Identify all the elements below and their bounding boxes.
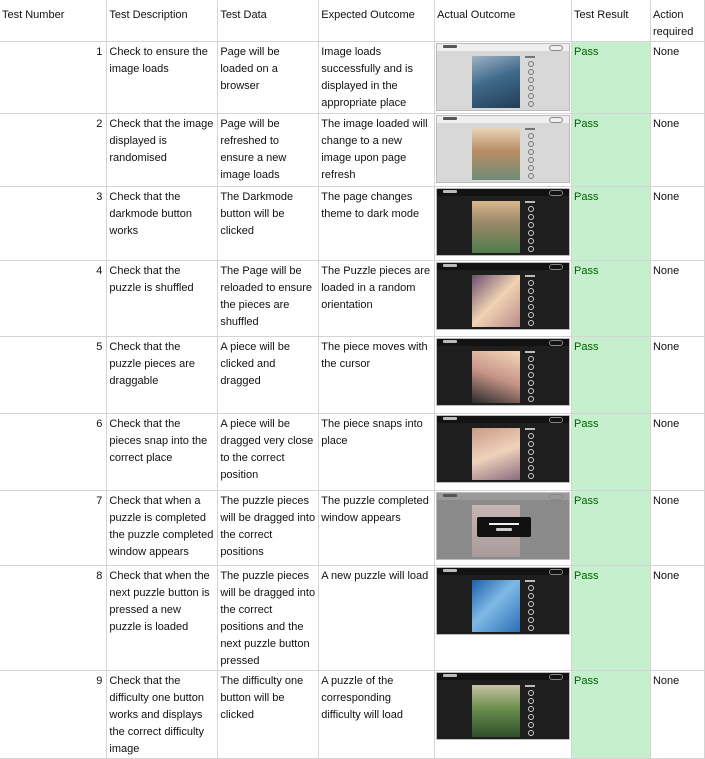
table-row: 7 Check that when a puzzle is completed … [0, 490, 705, 566]
test-result: Pass [571, 490, 651, 566]
table-row: 4 Check that the puzzle is shuffled The … [0, 260, 705, 337]
header-action-required: Action required [650, 0, 705, 42]
expected-outcome: A new puzzle will load [318, 565, 436, 671]
screenshot-image [436, 672, 571, 740]
test-description: Check to ensure the image loads [106, 41, 219, 114]
screenshot-image [436, 567, 571, 635]
action-required: None [650, 336, 705, 414]
screenshot-image [436, 338, 571, 406]
expected-outcome: The piece moves with the cursor [318, 336, 436, 414]
test-number: 3 [0, 186, 108, 261]
test-number: 8 [0, 565, 108, 671]
test-result: Pass [571, 670, 651, 759]
header-actual-outcome: Actual Outcome [434, 0, 573, 42]
table-row: 8 Check that when the next puzzle button… [0, 565, 705, 671]
table-row: 3 Check that the darkmode button works T… [0, 186, 705, 261]
header-test-description: Test Description [106, 0, 219, 42]
screenshot-image [436, 43, 571, 111]
test-result: Pass [571, 260, 651, 337]
expected-outcome: The page changes theme to dark mode [318, 186, 436, 261]
expected-outcome: Image loads successfully and is displaye… [318, 41, 436, 114]
header-expected-outcome: Expected Outcome [318, 0, 436, 42]
table-row: 6 Check that the pieces snap into the co… [0, 413, 705, 491]
test-description: Check that the pieces snap into the corr… [106, 413, 219, 491]
test-table: Test Number Test Description Test Data E… [0, 0, 705, 759]
test-data: Page will be loaded on a browser [217, 41, 320, 114]
test-result: Pass [571, 336, 651, 414]
action-required: None [650, 113, 705, 187]
test-result: Pass [571, 565, 651, 671]
screenshot-image [436, 188, 571, 256]
test-description: Check that the difficulty one button wor… [106, 670, 219, 759]
test-data: The puzzle pieces will be dragged into t… [217, 490, 320, 566]
actual-outcome [434, 413, 573, 491]
test-result: Pass [571, 186, 651, 261]
test-description: Check that the image displayed is random… [106, 113, 219, 187]
action-required: None [650, 490, 705, 566]
actual-outcome [434, 565, 573, 671]
test-data: A piece will be dragged very close to th… [217, 413, 320, 491]
test-description: Check that the puzzle pieces are draggab… [106, 336, 219, 414]
action-required: None [650, 565, 705, 671]
screenshot-image [436, 415, 571, 483]
table-row: 5 Check that the puzzle pieces are dragg… [0, 336, 705, 414]
table-row: 2 Check that the image displayed is rand… [0, 113, 705, 187]
action-required: None [650, 186, 705, 261]
actual-outcome [434, 336, 573, 414]
screenshot-image [436, 492, 571, 560]
test-number: 1 [0, 41, 108, 114]
expected-outcome: A puzzle of the corresponding difficulty… [318, 670, 436, 759]
test-result: Pass [571, 41, 651, 114]
expected-outcome: The Puzzle pieces are loaded in a random… [318, 260, 436, 337]
test-number: 2 [0, 113, 108, 187]
test-data: The puzzle pieces will be dragged into t… [217, 565, 320, 671]
table-row: 9 Check that the difficulty one button w… [0, 670, 705, 759]
test-data: A piece will be clicked and dragged [217, 336, 320, 414]
actual-outcome [434, 41, 573, 114]
expected-outcome: The piece snaps into place [318, 413, 436, 491]
actual-outcome [434, 113, 573, 187]
test-result: Pass [571, 413, 651, 491]
action-required: None [650, 413, 705, 491]
test-number: 7 [0, 490, 108, 566]
test-number: 6 [0, 413, 108, 491]
test-description: Check that the puzzle is shuffled [106, 260, 219, 337]
test-description: Check that when a puzzle is completed th… [106, 490, 219, 566]
expected-outcome: The puzzle completed window appears [318, 490, 436, 566]
test-result: Pass [571, 113, 651, 187]
header-test-number: Test Number [0, 0, 108, 42]
action-required: None [650, 41, 705, 114]
screenshot-image [436, 262, 571, 330]
test-description: Check that when the next puzzle button i… [106, 565, 219, 671]
test-data: The Darkmode button will be clicked [217, 186, 320, 261]
action-required: None [650, 670, 705, 759]
actual-outcome [434, 490, 573, 566]
header-row: Test Number Test Description Test Data E… [0, 0, 705, 42]
screenshot-image [436, 115, 571, 183]
table-row: 1 Check to ensure the image loads Page w… [0, 41, 705, 114]
header-test-data: Test Data [217, 0, 320, 42]
test-description: Check that the darkmode button works [106, 186, 219, 261]
test-number: 5 [0, 336, 108, 414]
header-test-result: Test Result [571, 0, 651, 42]
action-required: None [650, 260, 705, 337]
test-number: 4 [0, 260, 108, 337]
expected-outcome: The image loaded will change to a new im… [318, 113, 436, 187]
actual-outcome [434, 670, 573, 759]
test-number: 9 [0, 670, 108, 759]
test-data: Page will be refreshed to ensure a new i… [217, 113, 320, 187]
test-data: The difficulty one button will be clicke… [217, 670, 320, 759]
actual-outcome [434, 260, 573, 337]
actual-outcome [434, 186, 573, 261]
test-data: The Page will be reloaded to ensure the … [217, 260, 320, 337]
